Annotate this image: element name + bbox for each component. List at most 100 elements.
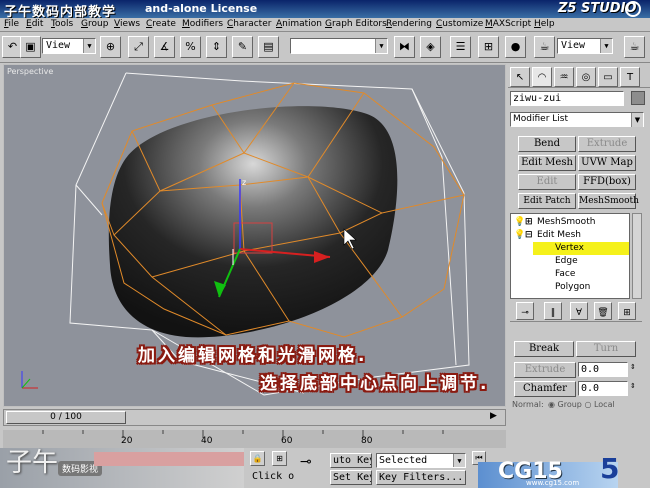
turn-button[interactable]: Turn — [576, 341, 636, 357]
modify-tab-icon[interactable]: ◠ — [532, 67, 552, 87]
set-key-button[interactable]: Set Key — [330, 470, 372, 485]
stack-label-vertex: Vertex — [555, 243, 584, 253]
studio-logo-icon — [625, 1, 641, 17]
utilities-tab-icon[interactable]: T — [620, 67, 640, 87]
display-tab-icon[interactable]: ▭ — [598, 67, 618, 87]
selection-lock-icon[interactable]: ⊞ — [272, 451, 287, 466]
menu-modifiers[interactable]: Modifiers — [182, 19, 223, 29]
chamfer-button[interactable]: Chamfer — [514, 381, 576, 397]
extrude-op-button[interactable]: Extrude — [514, 362, 576, 378]
next-frame-icon[interactable]: ▶ — [490, 411, 497, 421]
menu-edit[interactable]: Edit — [26, 19, 43, 29]
time-slider[interactable]: 0 / 100 ▶ — [3, 409, 506, 426]
expand-plus-icon[interactable]: ⊞ — [525, 216, 533, 229]
menu-maxscript[interactable]: MAXScript — [485, 19, 531, 29]
menu-file[interactable]: File — [4, 19, 19, 29]
edit-named-sets-icon[interactable]: ▤ — [258, 36, 279, 58]
meshsmooth-button[interactable]: MeshSmooth — [578, 193, 639, 209]
stack-label-polygon: Polygon — [555, 282, 591, 292]
motion-tab-icon[interactable]: ◎ — [576, 67, 596, 87]
stack-scrollbar[interactable] — [632, 213, 642, 299]
reference-coord-value: View — [46, 40, 71, 51]
align-icon[interactable]: ◈ — [420, 36, 441, 58]
edit-spline-button[interactable]: Edit Spline — [518, 174, 576, 190]
lightbulb-icon[interactable]: 💡 — [514, 216, 525, 229]
select-object-icon[interactable]: ▣ — [20, 36, 41, 58]
stack-item-polygon[interactable]: Polygon — [511, 281, 631, 294]
named-selection-dropdown[interactable]: ▼ — [290, 38, 388, 54]
track-ticks — [42, 430, 444, 438]
schematic-view-icon[interactable]: ⊞ — [478, 36, 499, 58]
material-editor-icon[interactable]: ● — [505, 36, 526, 58]
render-type-dropdown[interactable]: View ▼ — [557, 38, 613, 54]
key-filters-button[interactable]: Key Filters... — [376, 470, 466, 485]
make-unique-icon[interactable]: ∀ — [570, 302, 588, 320]
extrude-button[interactable]: Extrude — [578, 136, 636, 152]
time-slider-thumb[interactable]: 0 / 100 — [6, 411, 126, 424]
pivot-center-icon[interactable]: ⊕ — [100, 36, 121, 58]
spinner-icon[interactable]: ⇕ — [630, 363, 636, 371]
tick-label-80: 80 — [361, 436, 373, 446]
menu-group[interactable]: Group — [81, 19, 108, 29]
menu-views[interactable]: Views — [114, 19, 140, 29]
hierarchy-tab-icon[interactable]: ♒ — [554, 67, 574, 87]
menu-create[interactable]: Create — [146, 19, 176, 29]
menu-character[interactable]: Character — [227, 19, 271, 29]
menu-customize[interactable]: Customize — [436, 19, 483, 29]
uvw-map-button[interactable]: UVW Map — [578, 155, 636, 171]
local-label: Local — [593, 400, 615, 409]
extrude-amount-field[interactable]: 0.0 — [578, 362, 628, 377]
menu-help[interactable]: Help — [534, 19, 555, 29]
reference-coord-dropdown[interactable]: View ▼ — [42, 38, 96, 54]
chamfer-amount-field[interactable]: 0.0 — [578, 381, 628, 396]
show-end-result-icon[interactable]: ‖ — [544, 302, 562, 320]
spinner-snap-icon[interactable]: ⇕ — [206, 36, 227, 58]
local-radio[interactable]: ○ — [584, 400, 591, 409]
caption-line-2: 选择底部中心点向上调节. — [260, 374, 490, 394]
status-bar: 子午 数码影视 🔒 ⊞ ⊸ uto Key Selected ▼ Set Key… — [0, 448, 650, 488]
stack-item-meshsmooth[interactable]: 💡 ⊞ MeshSmooth — [511, 216, 631, 229]
spinner-icon[interactable]: ⇕ — [630, 382, 636, 390]
render-scene-icon[interactable]: ☕ — [534, 36, 555, 58]
object-color-swatch[interactable] — [631, 91, 645, 105]
create-tab-icon[interactable]: ↖ — [510, 67, 530, 87]
auto-key-button[interactable]: uto Key — [330, 453, 372, 468]
lightbulb-icon[interactable]: 💡 — [514, 229, 525, 242]
stack-item-edit-mesh[interactable]: 💡 ⊟ Edit Mesh — [511, 229, 631, 242]
snap-3d-icon[interactable]: ⤢ — [128, 36, 149, 58]
menu-rendering[interactable]: Rendering — [386, 19, 432, 29]
stack-item-vertex[interactable]: Vertex — [533, 242, 629, 255]
menu-tools[interactable]: Tools — [51, 19, 73, 29]
main-toolbar: ↶ ▣ View ▼ ⊕ ⤢ ∡ % ⇕ ✎ ▤ ▼ ⧓ ◈ ☰ ⊞ ● ☕ V… — [0, 32, 650, 63]
edit-patch-button[interactable]: Edit Patch — [518, 193, 576, 209]
chevron-down-icon: ▼ — [375, 39, 387, 53]
configure-sets-icon[interactable]: ⊞ — [618, 302, 636, 320]
edit-mesh-button[interactable]: Edit Mesh — [518, 155, 576, 171]
key-icon[interactable]: ⊸ — [300, 454, 312, 470]
pin-stack-icon[interactable]: ⊸ — [516, 302, 534, 320]
bend-button[interactable]: Bend — [518, 136, 576, 152]
named-selection-icon[interactable]: ✎ — [232, 36, 253, 58]
group-radio[interactable]: ◉ — [548, 400, 555, 409]
track-bar[interactable]: 20 40 60 80 — [3, 430, 506, 448]
lock-icon[interactable]: 🔒 — [250, 451, 265, 466]
tick-label-60: 60 — [281, 436, 293, 446]
break-button[interactable]: Break — [514, 341, 574, 357]
stack-label-edit-mesh: Edit Mesh — [537, 230, 581, 240]
menu-animation[interactable]: Animation — [276, 19, 322, 29]
collapse-minus-icon[interactable]: ⊟ — [525, 229, 533, 242]
remove-modifier-icon[interactable]: 🗑 — [594, 302, 612, 320]
object-name-field[interactable]: ziwu-zui — [510, 91, 624, 106]
stack-item-face[interactable]: Face — [511, 268, 631, 281]
mirror-icon[interactable]: ⧓ — [394, 36, 415, 58]
angle-snap-icon[interactable]: ∡ — [154, 36, 175, 58]
brand-number: 5 — [600, 452, 620, 485]
track-view-icon[interactable]: ☰ — [450, 36, 471, 58]
menu-graph-editors[interactable]: Graph Editors — [325, 19, 387, 29]
percent-snap-icon[interactable]: % — [180, 36, 201, 58]
quick-render-icon[interactable]: ☕ — [624, 36, 645, 58]
ffd-box-button[interactable]: FFD(box) — [578, 174, 636, 190]
selected-dropdown[interactable]: Selected ▼ — [376, 453, 466, 468]
stack-item-edge[interactable]: Edge — [511, 255, 631, 268]
modifier-list-dropdown[interactable]: Modifier List ▼ — [510, 112, 644, 127]
